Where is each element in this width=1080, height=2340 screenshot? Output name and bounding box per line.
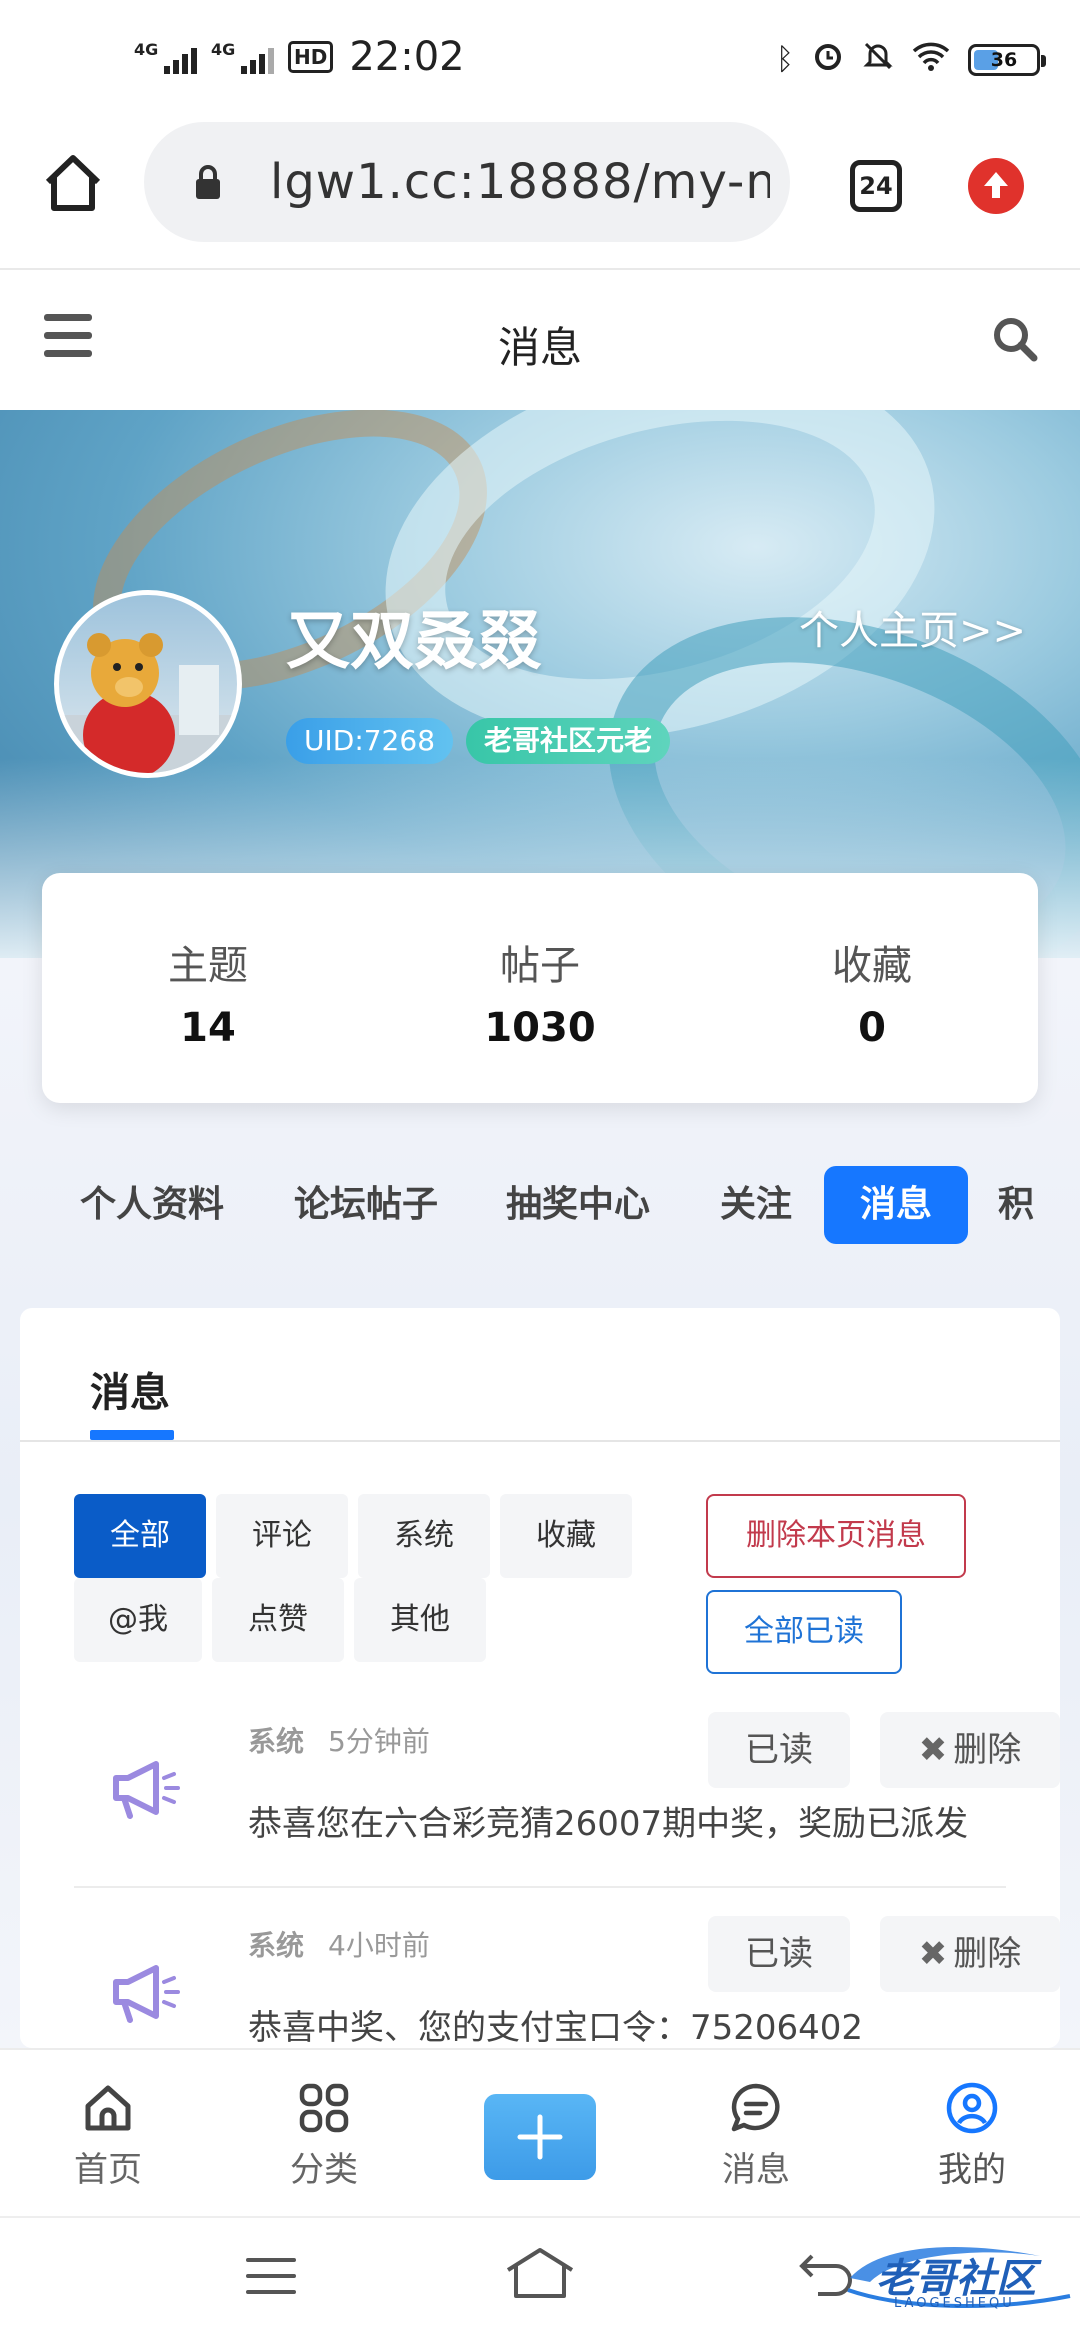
nav-category[interactable]: 分类 <box>264 2080 384 2191</box>
tab-lottery[interactable]: 抽奖中心 <box>506 1166 650 1244</box>
status-left: 4G 4G HD 22:02 <box>134 34 465 80</box>
message-item: 系统 4小时前 已读 ✖ 删除 恭喜中奖、您的支付宝口令：75206402 <box>74 1916 1060 2048</box>
signal-label: 4G <box>134 40 159 59</box>
nav-label: 分类 <box>290 2150 358 2190</box>
nav-mine[interactable]: 我的 <box>912 2080 1032 2191</box>
lock-icon <box>194 164 222 204</box>
app-header: 消息 <box>0 272 1080 410</box>
message-time: 4小时前 <box>328 1929 430 1962</box>
page-title: 消息 <box>497 323 582 372</box>
nav-label: 我的 <box>938 2150 1006 2190</box>
panel-tab-messages[interactable]: 消息 <box>90 1360 170 1418</box>
watermark-sub: LAOGESHEQU <box>894 2296 1015 2311</box>
signal-icon: 4G <box>211 40 274 74</box>
mark-read-button[interactable]: 已读 <box>708 1916 850 1992</box>
message-text: 恭喜您在六合彩竞猜26007期中奖，奖励已派发 <box>248 1804 969 1844</box>
tab-profile[interactable]: 个人资料 <box>80 1166 224 1244</box>
section-tabs: 个人资料 论坛帖子 抽奖中心 关注 消息 积 <box>0 1166 1080 1246</box>
tab-messages[interactable]: 消息 <box>824 1166 969 1244</box>
tab-follow[interactable]: 关注 <box>720 1166 792 1244</box>
stat-label: 帖子 <box>500 943 580 989</box>
stat-label: 主题 <box>168 943 248 989</box>
message-text: 恭喜中奖、您的支付宝口令：75206402 <box>248 2008 864 2048</box>
battery-icon: 36 <box>968 44 1046 76</box>
delete-label: 删除 <box>953 1730 1022 1770</box>
wifi-icon <box>912 40 950 80</box>
mark-read-button[interactable]: 已读 <box>708 1712 850 1788</box>
hd-voice-icon: HD <box>288 41 334 73</box>
filter-system[interactable]: 系统 <box>358 1494 490 1578</box>
message-divider <box>74 1886 1006 1888</box>
stat-favorites[interactable]: 收藏 0 <box>706 873 1038 1103</box>
tab-count-button[interactable]: 24 <box>850 160 902 212</box>
stat-value: 0 <box>858 1005 886 1051</box>
address-bar[interactable]: lgw1.cc:18888/my-nc <box>144 122 790 242</box>
user-circle-icon <box>946 2082 998 2134</box>
avatar[interactable] <box>54 590 242 778</box>
upload-icon[interactable] <box>968 158 1024 214</box>
search-icon[interactable] <box>990 314 1040 364</box>
system-nav-bar: 老哥社区 LAOGESHEQU <box>0 2216 1080 2340</box>
stat-posts[interactable]: 帖子 1030 <box>374 873 706 1103</box>
nav-messages[interactable]: 消息 <box>696 2080 816 2191</box>
home-icon <box>85 2085 131 2131</box>
mute-bell-icon <box>862 40 894 80</box>
panel-divider <box>20 1440 1060 1442</box>
plus-icon <box>517 2114 563 2160</box>
bottom-nav: 首页 分类 消息 我的 <box>0 2048 1080 2216</box>
messages-panel: 消息 全部 评论 系统 收藏 @我 点赞 其他 删除本页消息 全部已读 系统 5… <box>20 1308 1060 2048</box>
filter-other[interactable]: 其他 <box>354 1578 486 1662</box>
stat-label: 收藏 <box>832 943 912 989</box>
message-time: 5分钟前 <box>328 1725 430 1758</box>
delete-page-messages-button[interactable]: 删除本页消息 <box>706 1494 966 1578</box>
megaphone-icon <box>94 1748 194 1828</box>
watermark-logo: 老哥社区 LAOGESHEQU <box>840 2238 1080 2322</box>
signal-icon: 4G <box>134 40 197 74</box>
alarm-icon <box>812 40 844 80</box>
status-right: ᛒ 36 <box>776 40 1046 80</box>
nav-label: 首页 <box>74 2150 142 2190</box>
delete-label: 删除 <box>953 1934 1022 1974</box>
close-icon: ✖ <box>918 1730 948 1770</box>
signal-label: 4G <box>211 40 236 59</box>
clock: 22:02 <box>349 34 465 80</box>
stats-card: 主题 14 帖子 1030 收藏 0 <box>42 873 1038 1103</box>
system-home-icon[interactable] <box>504 2246 576 2310</box>
filter-mention[interactable]: @我 <box>74 1578 202 1662</box>
message-type: 系统 <box>248 1725 305 1758</box>
megaphone-icon <box>94 1952 194 2032</box>
message-type: 系统 <box>248 1929 305 1962</box>
panel-tab-underline <box>90 1430 174 1440</box>
stat-value: 1030 <box>484 1005 596 1051</box>
homepage-link[interactable]: 个人主页>> <box>799 598 1026 656</box>
filter-comment[interactable]: 评论 <box>216 1494 348 1578</box>
bluetooth-icon: ᛒ <box>776 42 794 77</box>
browser-toolbar: lgw1.cc:18888/my-nc 24 <box>0 110 1080 270</box>
delete-message-button[interactable]: ✖ 删除 <box>880 1916 1060 1992</box>
battery-level: 36 <box>990 49 1018 71</box>
message-item: 系统 5分钟前 已读 ✖ 删除 恭喜您在六合彩竞猜26007期中奖，奖励已派发 <box>74 1712 1060 1882</box>
delete-message-button[interactable]: ✖ 删除 <box>880 1712 1060 1788</box>
filter-all[interactable]: 全部 <box>74 1494 206 1578</box>
username: 又双叒叕 <box>286 605 542 679</box>
mark-all-read-button[interactable]: 全部已读 <box>706 1590 902 1674</box>
stat-topics[interactable]: 主题 14 <box>42 873 374 1103</box>
browser-home-icon[interactable] <box>40 150 106 216</box>
tab-points[interactable]: 积 <box>998 1166 1034 1244</box>
add-post-button[interactable] <box>484 2094 596 2180</box>
nav-home[interactable]: 首页 <box>48 2080 168 2191</box>
status-bar: 4G 4G HD 22:02 ᛒ 36 <box>0 0 1080 110</box>
nav-label: 消息 <box>722 2150 790 2190</box>
url-text: lgw1.cc:18888/my-nc <box>270 154 770 210</box>
rank-badge: 老哥社区元老 <box>466 718 671 764</box>
tab-forum-posts[interactable]: 论坛帖子 <box>294 1166 438 1244</box>
filter-favorite[interactable]: 收藏 <box>500 1494 632 1578</box>
uid-badge: UID:7268 <box>286 718 454 764</box>
recent-apps-icon[interactable] <box>246 2258 296 2298</box>
chat-icon <box>731 2083 780 2132</box>
close-icon: ✖ <box>918 1934 948 1974</box>
filter-like[interactable]: 点赞 <box>212 1578 344 1662</box>
grid-icon <box>299 2083 349 2133</box>
stat-value: 14 <box>180 1005 236 1051</box>
